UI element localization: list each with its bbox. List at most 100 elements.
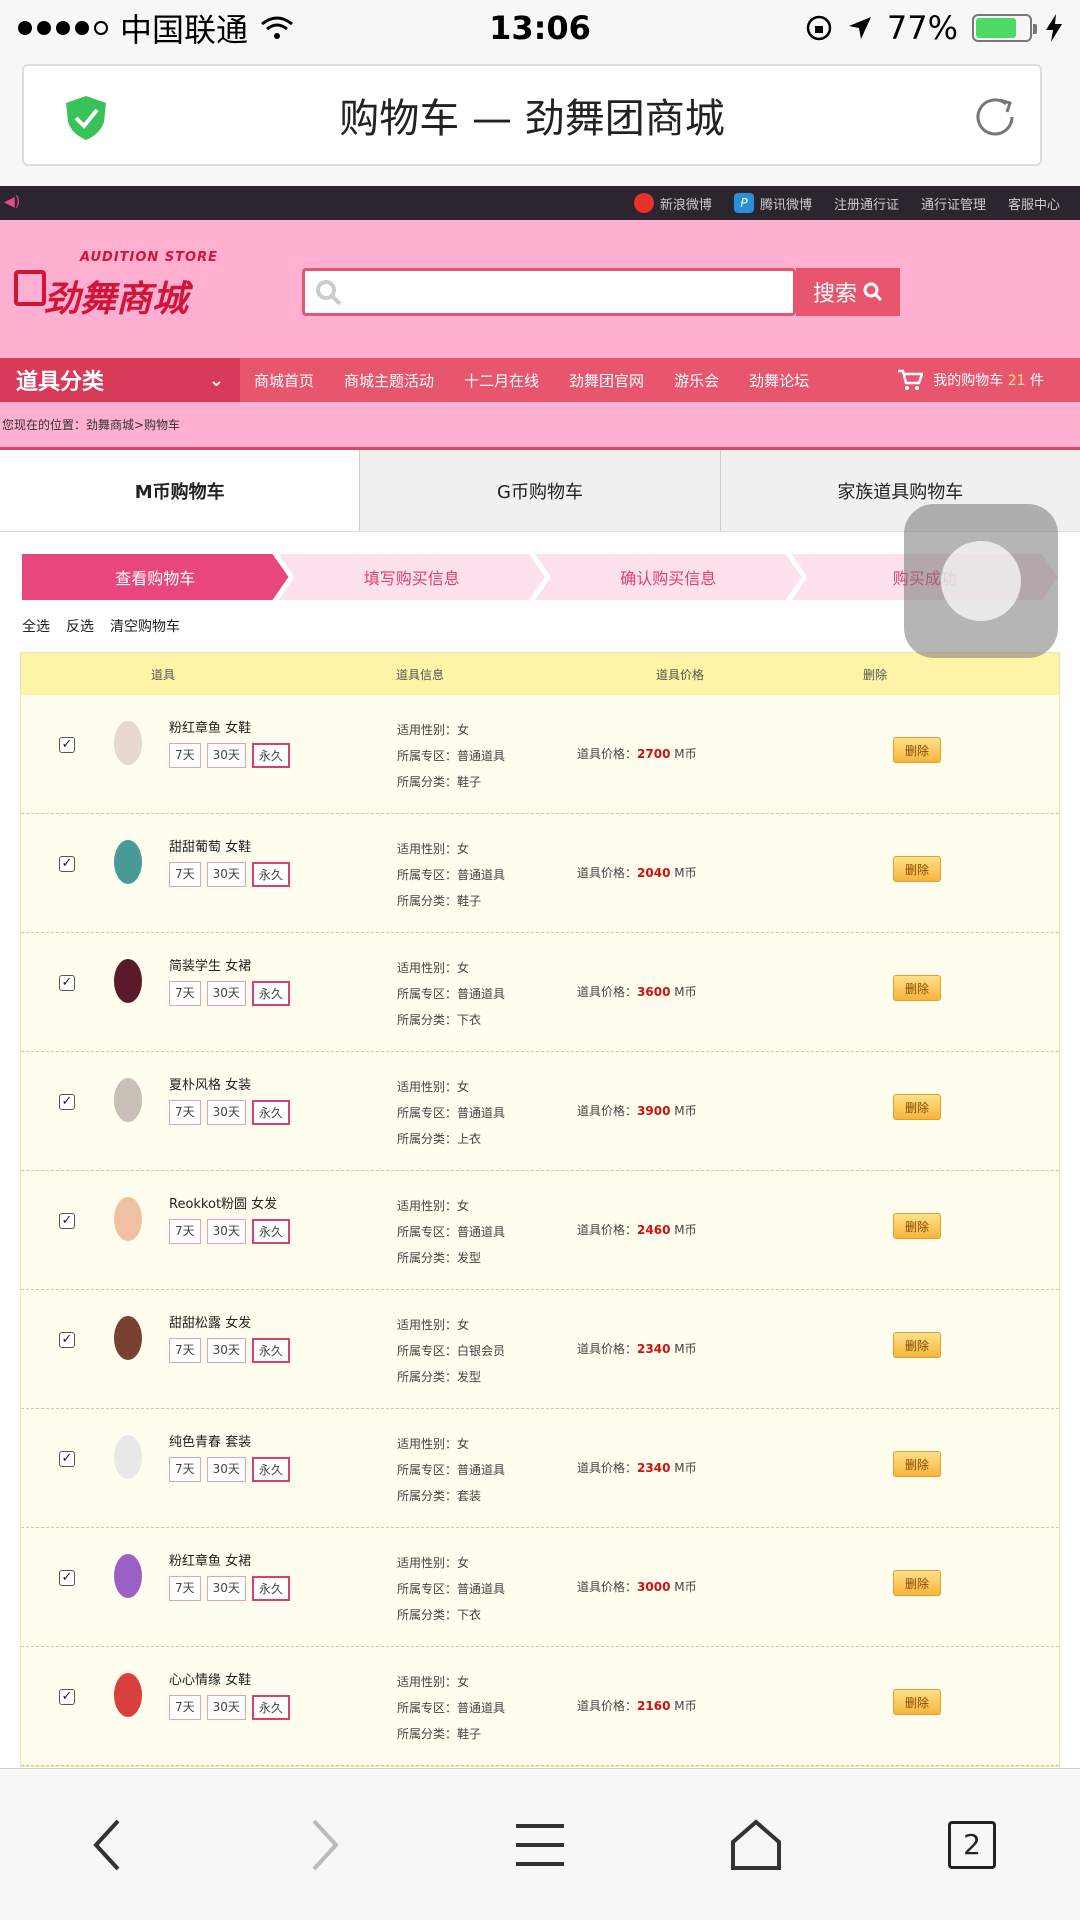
invert-selection-link[interactable]: 反选 — [66, 616, 94, 636]
tab-g-coin-cart[interactable]: G币购物车 — [359, 450, 720, 531]
item-checkbox[interactable]: ✓ — [59, 737, 75, 753]
duration-30-days[interactable]: 30天 — [206, 981, 246, 1006]
item-checkbox[interactable]: ✓ — [59, 975, 75, 991]
delete-button[interactable]: 删除 — [893, 1332, 941, 1358]
item-checkbox[interactable]: ✓ — [59, 856, 75, 872]
duration-permanent[interactable]: 永久 — [251, 1100, 290, 1125]
select-all-link[interactable]: 全选 — [22, 616, 50, 636]
duration-30-days[interactable]: 30天 — [206, 1576, 246, 1601]
item-price: 道具价格：3900 M币 — [577, 1104, 697, 1118]
duration-permanent[interactable]: 永久 — [251, 1695, 290, 1720]
item-name[interactable]: 夏朴风格 女装 — [169, 1074, 251, 1093]
address-bar[interactable]: 购物车 — 劲舞团商城 — [22, 64, 1042, 166]
duration-permanent[interactable]: 永久 — [251, 1457, 290, 1482]
item-thumbnail[interactable] — [103, 1191, 153, 1247]
top-link-weibo[interactable]: 新浪微博 — [633, 193, 712, 213]
table-header: 道具 道具信息 道具价格 删除 — [21, 653, 1059, 695]
duration-permanent[interactable]: 永久 — [251, 981, 290, 1006]
item-name[interactable]: 纯色青春 套装 — [169, 1431, 251, 1450]
item-thumbnail[interactable] — [103, 1548, 153, 1604]
item-name[interactable]: 粉红章鱼 女鞋 — [169, 717, 251, 736]
item-thumbnail[interactable] — [103, 1072, 153, 1128]
item-thumbnail[interactable] — [103, 715, 153, 771]
checkout-steps: 查看购物车 填写购买信息 确认购买信息 购买成功 — [22, 554, 1058, 600]
search-button[interactable]: 搜索 — [796, 268, 900, 316]
nav-link-december[interactable]: 十二月在线 — [464, 370, 539, 391]
back-button[interactable] — [68, 1805, 148, 1885]
forward-button[interactable] — [284, 1805, 364, 1885]
search-input[interactable] — [302, 268, 796, 316]
duration-7-days[interactable]: 7天 — [169, 1457, 201, 1482]
item-name[interactable]: 粉红章鱼 女裙 — [169, 1550, 251, 1569]
duration-30-days[interactable]: 30天 — [206, 1219, 246, 1244]
my-cart-link[interactable]: 我的购物车 21 件 — [897, 369, 1044, 391]
duration-30-days[interactable]: 30天 — [206, 1100, 246, 1125]
item-thumbnail[interactable] — [103, 1310, 153, 1366]
top-link-account[interactable]: 通行证管理 — [921, 194, 986, 213]
duration-30-days[interactable]: 30天 — [206, 1338, 246, 1363]
duration-permanent[interactable]: 永久 — [251, 743, 290, 768]
item-name[interactable]: 甜甜葡萄 女鞋 — [169, 836, 251, 855]
item-name[interactable]: 简装学生 女裙 — [169, 955, 251, 974]
duration-permanent[interactable]: 永久 — [251, 1219, 290, 1244]
duration-7-days[interactable]: 7天 — [169, 1219, 201, 1244]
item-thumbnail[interactable] — [103, 1667, 153, 1723]
item-checkbox[interactable]: ✓ — [59, 1570, 75, 1586]
nav-link-home[interactable]: 商城首页 — [254, 370, 314, 391]
duration-30-days[interactable]: 30天 — [206, 862, 246, 887]
item-checkbox[interactable]: ✓ — [59, 1451, 75, 1467]
duration-7-days[interactable]: 7天 — [169, 1338, 201, 1363]
item-thumbnail[interactable] — [103, 953, 153, 1009]
delete-button[interactable]: 删除 — [893, 1689, 941, 1715]
nav-link-events[interactable]: 商城主题活动 — [344, 370, 434, 391]
tabs-button[interactable]: 2 — [932, 1805, 1012, 1885]
column-header: 删除 — [862, 667, 887, 682]
item-thumbnail[interactable] — [103, 1429, 153, 1485]
duration-permanent[interactable]: 永久 — [251, 1338, 290, 1363]
step-confirm-info: 确认购买信息 — [535, 554, 802, 600]
duration-permanent[interactable]: 永久 — [251, 1576, 290, 1601]
duration-30-days[interactable]: 30天 — [206, 1695, 246, 1720]
item-name[interactable]: 甜甜松露 女发 — [169, 1312, 251, 1331]
delete-button[interactable]: 删除 — [893, 1094, 941, 1120]
clear-cart-link[interactable]: 清空购物车 — [110, 616, 180, 636]
duration-30-days[interactable]: 30天 — [206, 743, 246, 768]
item-thumbnail[interactable] — [103, 834, 153, 890]
assistive-touch-button[interactable] — [904, 504, 1058, 658]
item-checkbox[interactable]: ✓ — [59, 1094, 75, 1110]
item-name[interactable]: Reokkot粉圆 女发 — [169, 1193, 277, 1212]
category-dropdown[interactable]: 道具分类 ⌄ — [0, 358, 240, 402]
delete-button[interactable]: 删除 — [893, 856, 941, 882]
delete-button[interactable]: 删除 — [893, 737, 941, 763]
nav-link-party[interactable]: 游乐会 — [674, 370, 719, 391]
duration-permanent[interactable]: 永久 — [251, 862, 290, 887]
delete-button[interactable]: 删除 — [893, 1451, 941, 1477]
duration-7-days[interactable]: 7天 — [169, 862, 201, 887]
sound-icon[interactable]: ◀) — [4, 194, 20, 210]
item-checkbox[interactable]: ✓ — [59, 1213, 75, 1229]
top-link-register[interactable]: 注册通行证 — [834, 194, 899, 213]
duration-7-days[interactable]: 7天 — [169, 981, 201, 1006]
delete-button[interactable]: 删除 — [893, 975, 941, 1001]
item-zone: 普通道具 — [457, 987, 506, 1001]
home-button[interactable] — [716, 1805, 796, 1885]
duration-7-days[interactable]: 7天 — [169, 1576, 201, 1601]
item-category: 上衣 — [457, 1132, 482, 1146]
delete-button[interactable]: 删除 — [893, 1570, 941, 1596]
duration-7-days[interactable]: 7天 — [169, 743, 201, 768]
item-checkbox[interactable]: ✓ — [59, 1689, 75, 1705]
top-link-tencent[interactable]: P 腾讯微博 — [733, 193, 812, 213]
tab-m-coin-cart[interactable]: M币购物车 — [0, 450, 360, 531]
delete-button[interactable]: 删除 — [893, 1213, 941, 1239]
reload-icon[interactable] — [970, 92, 1020, 142]
item-checkbox[interactable]: ✓ — [59, 1332, 75, 1348]
nav-link-official[interactable]: 劲舞团官网 — [569, 370, 644, 391]
nav-link-forum[interactable]: 劲舞论坛 — [749, 370, 809, 391]
top-link-service[interactable]: 客服中心 — [1008, 194, 1060, 213]
menu-button[interactable] — [500, 1805, 580, 1885]
site-logo[interactable]: AUDITION STORE 劲舞商城 — [14, 250, 254, 320]
duration-7-days[interactable]: 7天 — [169, 1100, 201, 1125]
item-name[interactable]: 心心情缘 女鞋 — [169, 1669, 251, 1688]
duration-30-days[interactable]: 30天 — [206, 1457, 246, 1482]
duration-7-days[interactable]: 7天 — [169, 1695, 201, 1720]
